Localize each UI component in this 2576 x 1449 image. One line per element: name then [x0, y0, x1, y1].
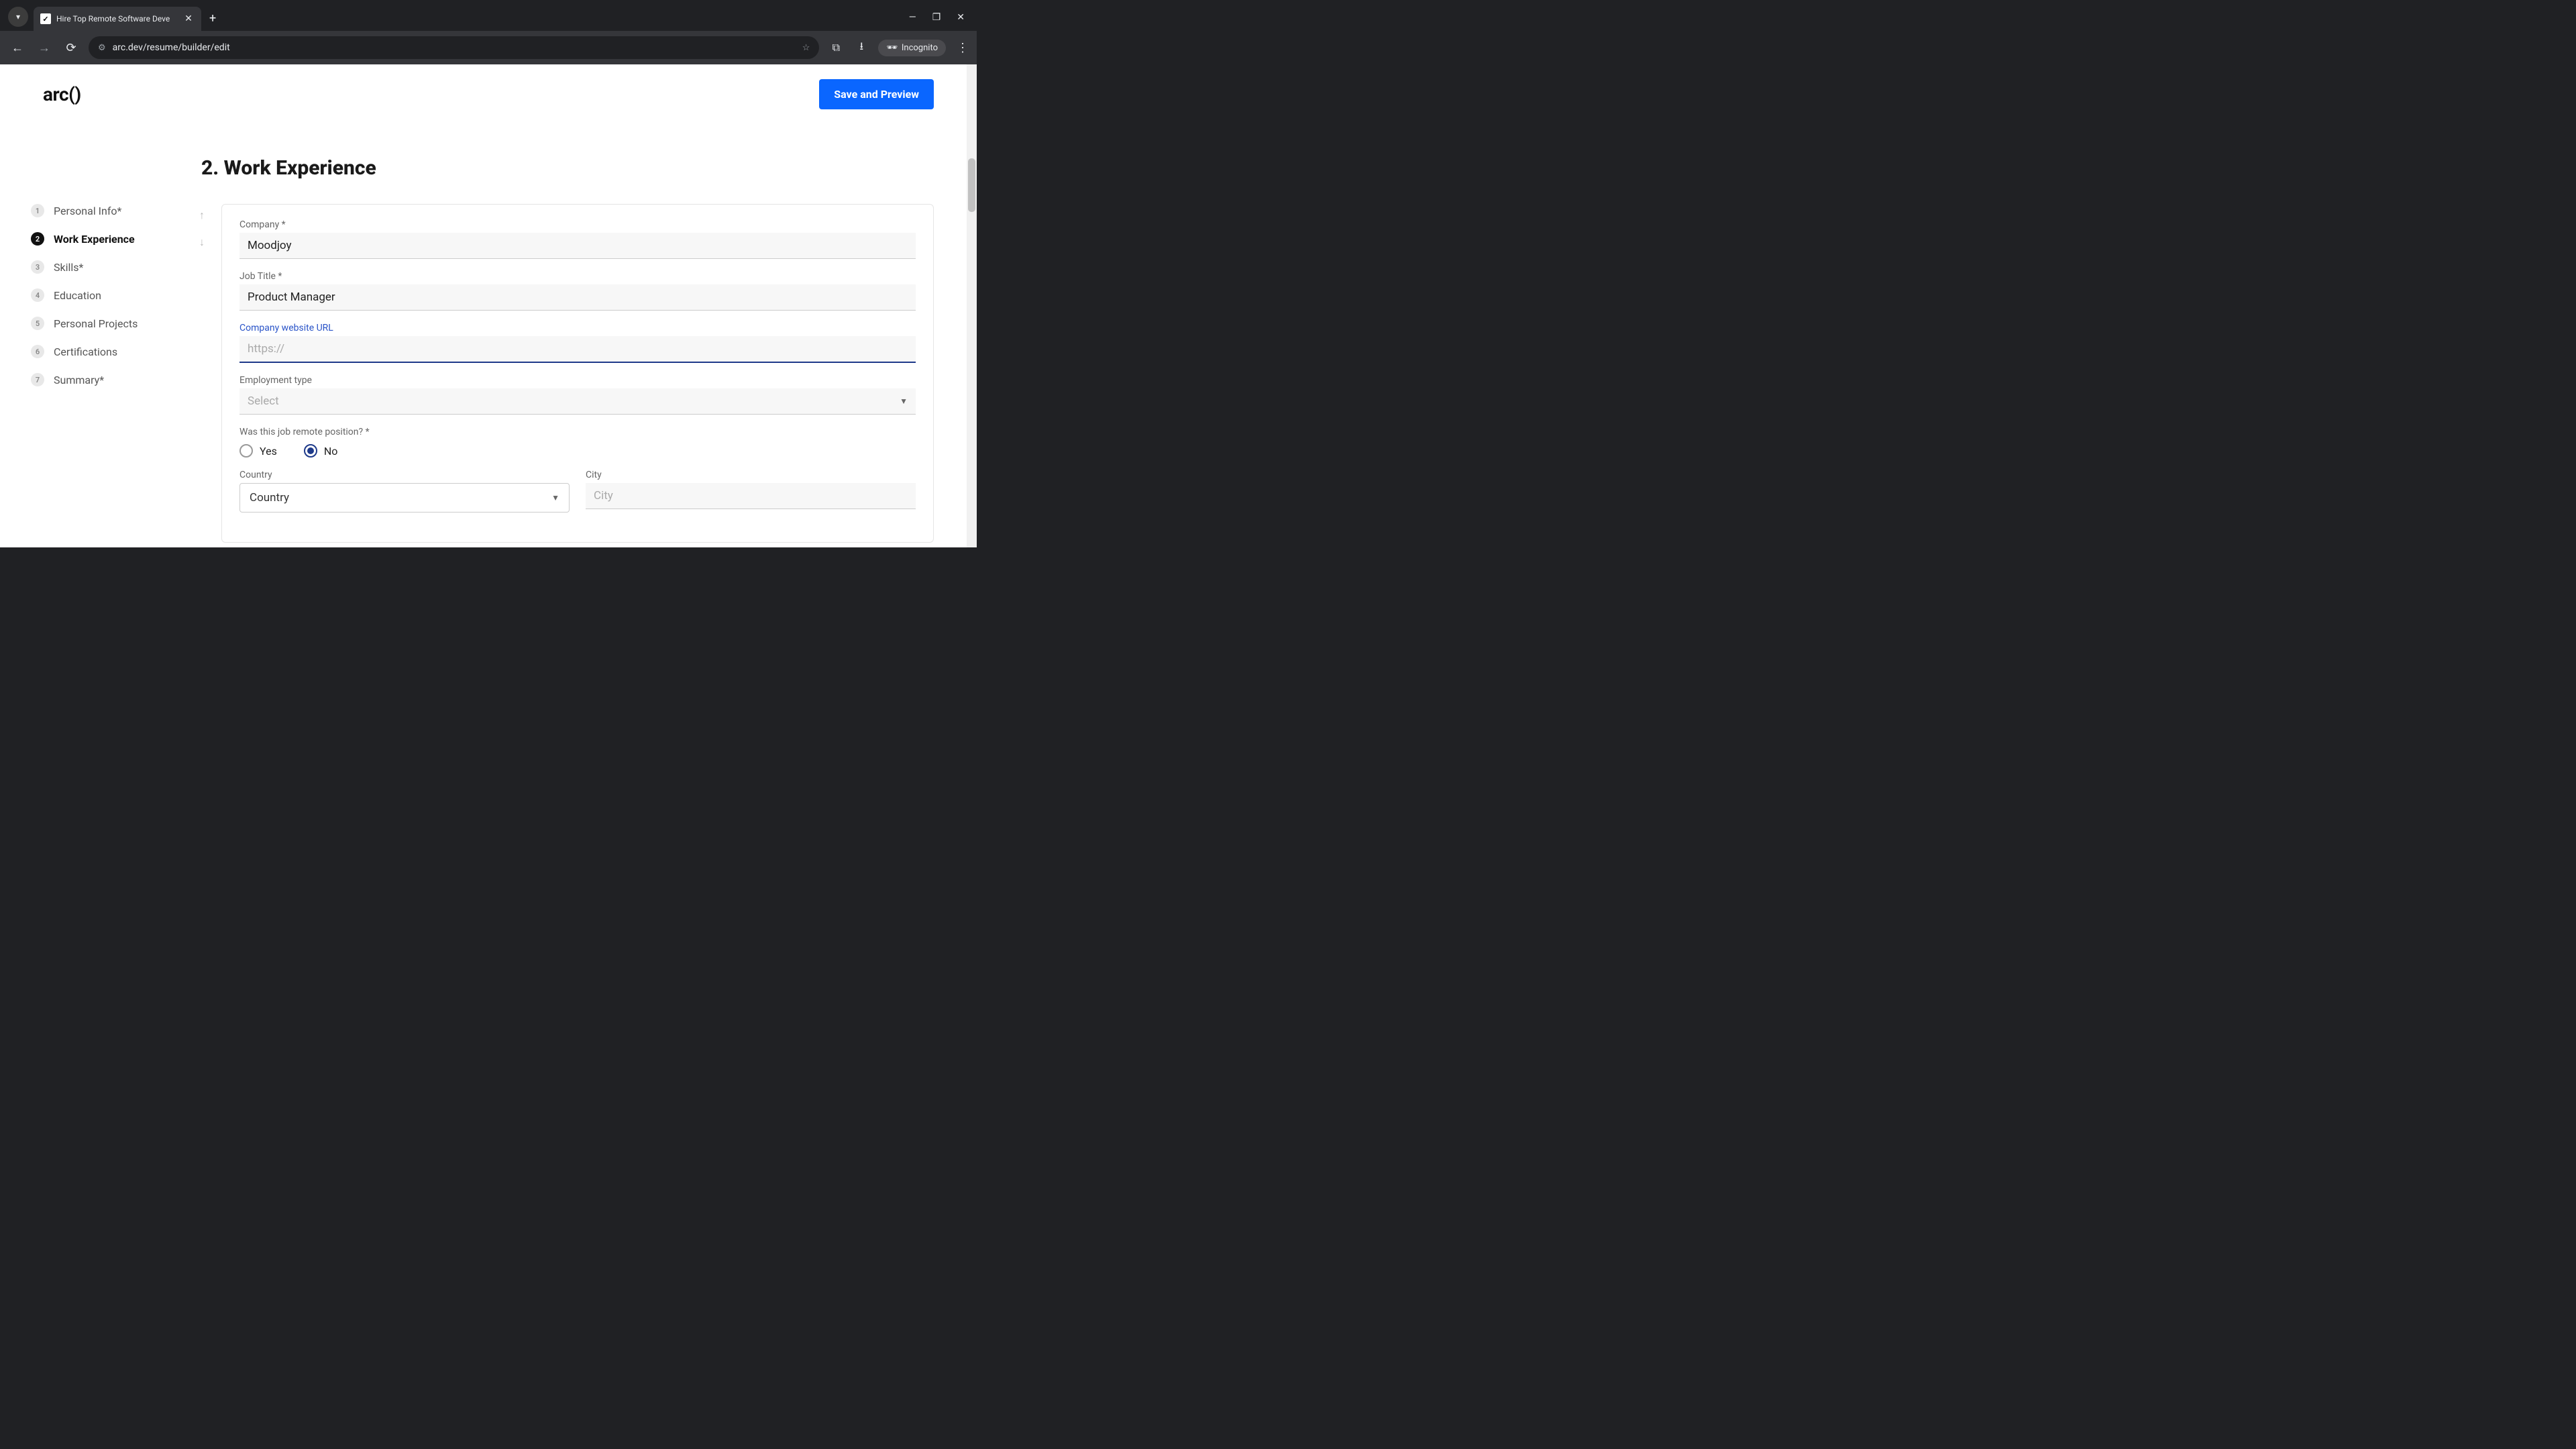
site-settings-icon[interactable]: ⚙: [98, 43, 106, 53]
remote-position-field: Was this job remote position? * Yes No: [239, 427, 916, 458]
radio-icon: [304, 444, 317, 458]
select-placeholder: Country: [250, 491, 289, 504]
sidebar-item-personal-projects[interactable]: 5 Personal Projects: [27, 309, 188, 337]
select-placeholder: Select: [248, 394, 279, 408]
city-field: City: [586, 470, 916, 513]
sidebar-item-label: Certifications: [54, 345, 117, 358]
remote-position-label: Was this job remote position? *: [239, 427, 916, 437]
company-input[interactable]: [239, 233, 916, 259]
main-form-area: 2. Work Experience ↑ ↓ Company * Job Tit…: [201, 156, 934, 547]
forward-button[interactable]: →: [35, 41, 54, 55]
step-number: 1: [31, 204, 44, 217]
minimize-icon[interactable]: —: [909, 12, 916, 23]
sidebar-item-skills[interactable]: 3 Skills*: [27, 253, 188, 281]
reorder-handles: ↑ ↓: [199, 209, 205, 249]
close-icon[interactable]: ✕: [182, 13, 195, 24]
country-select[interactable]: Country ▼: [239, 483, 570, 513]
move-up-icon[interactable]: ↑: [199, 209, 205, 222]
section-title: 2. Work Experience: [201, 156, 934, 180]
sidebar-item-label: Personal Info*: [54, 205, 121, 217]
company-url-input[interactable]: [239, 336, 916, 363]
company-url-label: Company website URL: [239, 323, 916, 333]
incognito-badge[interactable]: 🕶 Incognito: [878, 40, 946, 56]
step-number: 2: [31, 232, 44, 246]
sidebar-item-label: Education: [54, 289, 101, 302]
browser-titlebar: ▾ ✓ Hire Top Remote Software Deve ✕ + — …: [0, 0, 977, 31]
incognito-icon: 🕶: [886, 43, 898, 53]
job-title-label: Job Title *: [239, 271, 916, 282]
move-down-icon[interactable]: ↓: [199, 235, 205, 249]
address-bar[interactable]: ⚙ arc.dev/resume/builder/edit ☆: [89, 36, 819, 59]
job-title-input[interactable]: [239, 284, 916, 311]
sidebar-item-label: Skills*: [54, 261, 83, 274]
radio-label: No: [324, 445, 338, 458]
window-controls: — ❐ ✕: [909, 12, 977, 31]
employment-type-label: Employment type: [239, 375, 916, 386]
sidebar-item-education[interactable]: 4 Education: [27, 281, 188, 309]
sidebar-item-certifications[interactable]: 6 Certifications: [27, 337, 188, 366]
new-tab-button[interactable]: +: [209, 11, 216, 25]
chevron-down-icon: ▼: [551, 493, 559, 502]
step-number: 3: [31, 260, 44, 274]
radio-label: Yes: [260, 445, 277, 458]
bookmark-icon[interactable]: ☆: [802, 43, 810, 53]
chevron-down-icon: ▼: [900, 396, 908, 406]
extensions-icon[interactable]: ⧉: [827, 41, 845, 54]
radio-no[interactable]: No: [304, 444, 338, 458]
step-number: 5: [31, 317, 44, 330]
employment-type-field: Employment type Select ▼: [239, 375, 916, 415]
company-field: Company *: [239, 219, 916, 259]
step-number: 6: [31, 345, 44, 358]
reload-button[interactable]: ⟳: [62, 41, 80, 55]
experience-card: ↑ ↓ Company * Job Title * Company websit…: [221, 204, 934, 543]
step-number: 4: [31, 288, 44, 302]
back-button[interactable]: ←: [8, 41, 27, 55]
sidebar-item-summary[interactable]: 7 Summary*: [27, 366, 188, 394]
sidebar-item-label: Personal Projects: [54, 317, 138, 330]
browser-toolbar: ← → ⟳ ⚙ arc.dev/resume/builder/edit ☆ ⧉ …: [0, 31, 977, 64]
app-header: arc() Save and Preview: [0, 64, 977, 116]
page-body: arc() Save and Preview 1 Personal Info* …: [0, 64, 977, 547]
scrollbar-thumb[interactable]: [968, 158, 975, 212]
url-text: arc.dev/resume/builder/edit: [113, 42, 796, 53]
tab-search-button[interactable]: ▾: [8, 7, 28, 27]
sidebar-item-personal-info[interactable]: 1 Personal Info*: [27, 197, 188, 225]
incognito-label: Incognito: [902, 43, 938, 53]
tab-title: Hire Top Remote Software Deve: [56, 14, 177, 23]
country-field: Country Country ▼: [239, 470, 570, 513]
kebab-menu-icon[interactable]: ⋮: [957, 41, 969, 55]
company-url-field: Company website URL: [239, 323, 916, 363]
arc-logo[interactable]: arc(): [43, 83, 81, 105]
save-and-preview-button[interactable]: Save and Preview: [819, 79, 934, 109]
scrollbar-track[interactable]: [967, 64, 977, 547]
company-label: Company *: [239, 219, 916, 230]
sidebar-item-work-experience[interactable]: 2 Work Experience: [27, 225, 188, 253]
city-input[interactable]: [586, 483, 916, 509]
sidebar-item-label: Work Experience: [54, 233, 135, 246]
city-label: City: [586, 470, 916, 480]
radio-yes[interactable]: Yes: [239, 444, 277, 458]
downloads-icon[interactable]: ⭳: [853, 39, 870, 57]
close-window-icon[interactable]: ✕: [957, 12, 965, 23]
radio-icon: [239, 444, 253, 458]
employment-type-select[interactable]: Select ▼: [239, 388, 916, 415]
step-number: 7: [31, 373, 44, 386]
country-label: Country: [239, 470, 570, 480]
steps-sidebar: 1 Personal Info* 2 Work Experience 3 Ski…: [27, 156, 188, 547]
tab-favicon-icon: ✓: [40, 13, 51, 24]
sidebar-item-label: Summary*: [54, 374, 104, 386]
maximize-icon[interactable]: ❐: [932, 12, 941, 23]
browser-tab[interactable]: ✓ Hire Top Remote Software Deve ✕: [34, 7, 201, 31]
chevron-down-icon: ▾: [16, 12, 20, 21]
job-title-field: Job Title *: [239, 271, 916, 311]
